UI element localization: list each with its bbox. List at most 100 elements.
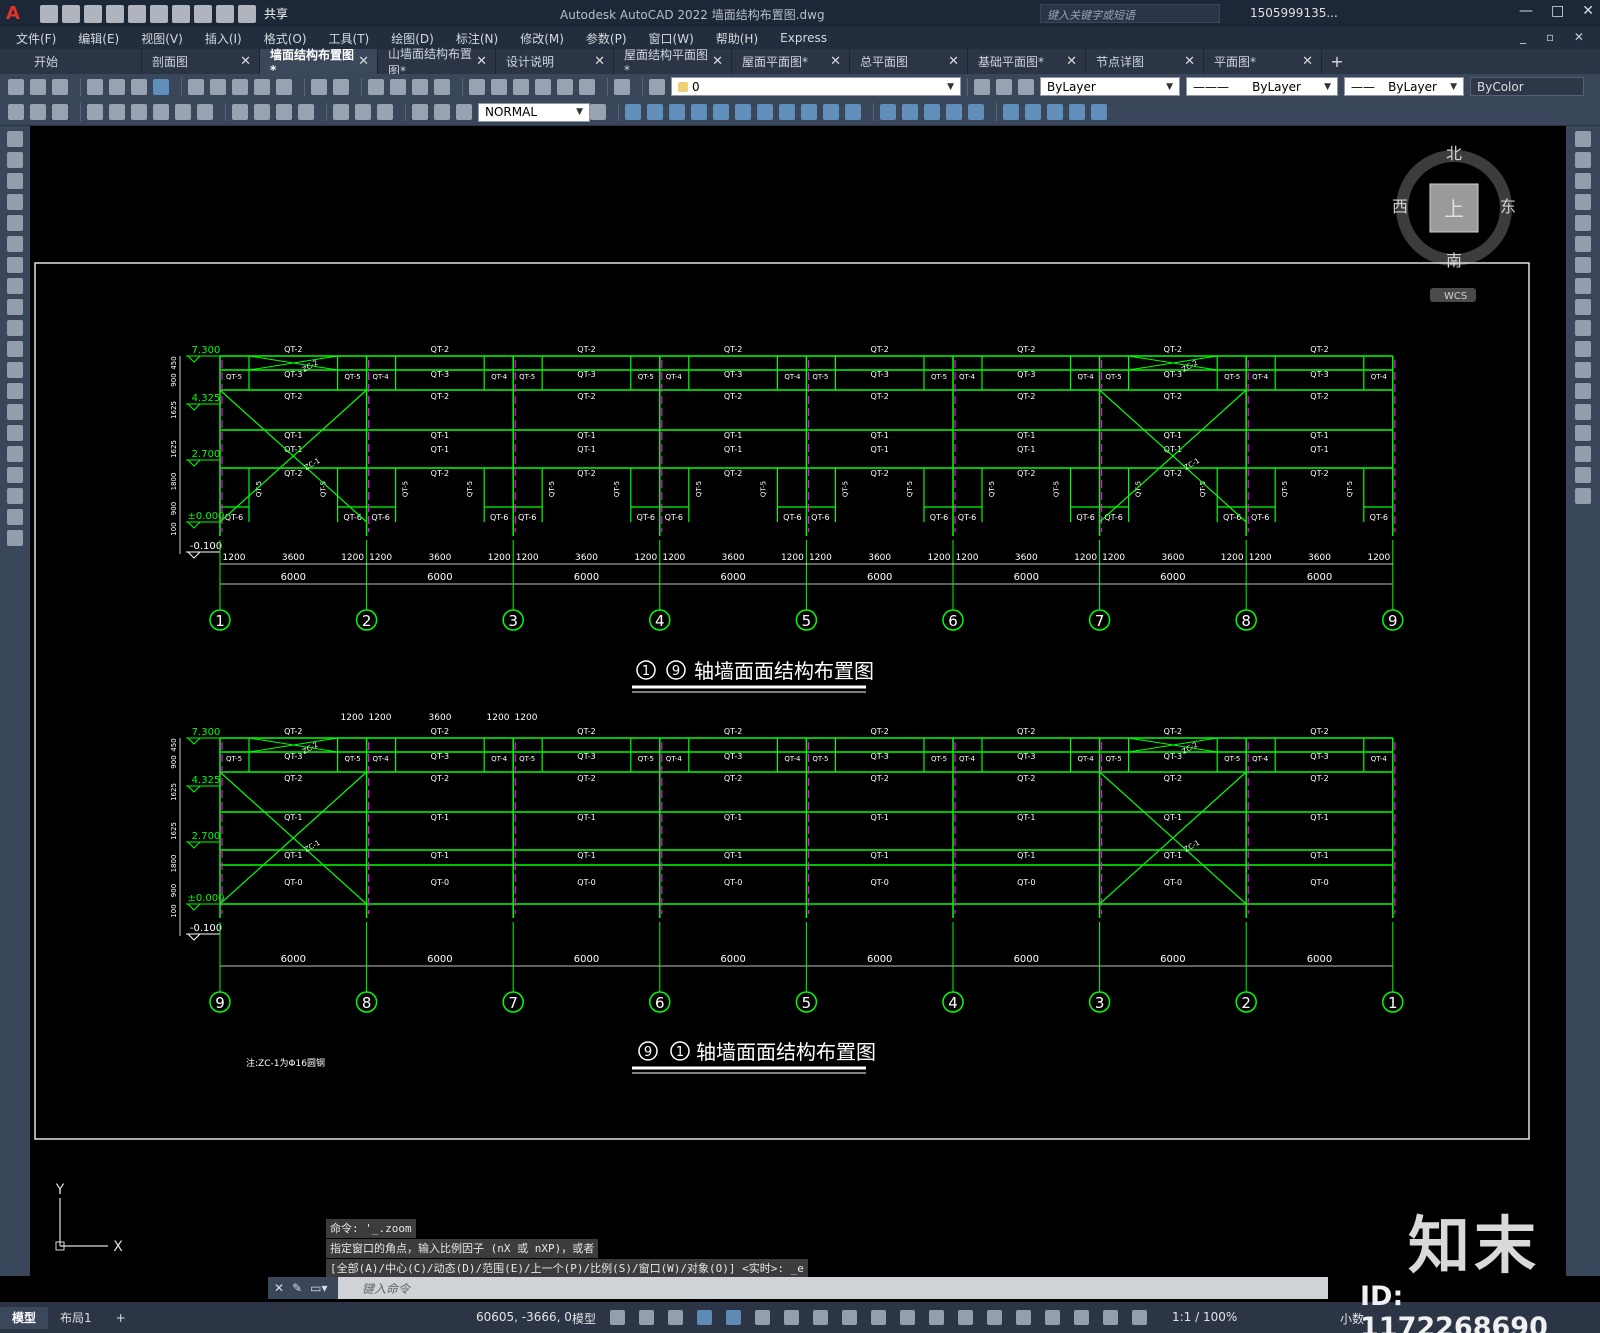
menu-window[interactable]: 窗口(W) xyxy=(649,30,694,47)
close-icon[interactable]: ✕ xyxy=(948,54,959,69)
ellipse-icon[interactable] xyxy=(7,320,23,336)
sheet-set-icon[interactable] xyxy=(535,78,551,95)
tab-gable-wall[interactable]: 山墙面结构布置图* ✕ xyxy=(378,47,496,78)
cut-icon[interactable] xyxy=(188,78,204,95)
explode-icon[interactable] xyxy=(1575,488,1591,504)
close-icon[interactable]: ✕ xyxy=(1302,54,1313,69)
recent-commands-icon[interactable]: ▭▾ xyxy=(310,1281,327,1295)
dimension-space-icon[interactable] xyxy=(276,104,292,120)
close-icon[interactable]: ✕ xyxy=(1066,54,1077,69)
menu-edit[interactable]: 编辑(E) xyxy=(78,30,119,47)
layer-previous-icon[interactable] xyxy=(996,78,1012,95)
markup-icon[interactable] xyxy=(557,78,573,95)
text-style-dropdown[interactable]: NORMAL ▼ xyxy=(478,102,590,122)
mirror-icon[interactable] xyxy=(1575,173,1591,189)
tab-section[interactable]: 剖面图 ✕ xyxy=(142,49,260,74)
match-properties-icon[interactable] xyxy=(254,78,270,95)
zoom-realtime-icon[interactable] xyxy=(390,78,406,95)
chamfer-edges-icon[interactable] xyxy=(1091,104,1107,120)
drawing-area[interactable]: 上 北 南 东 西 WCS 7.300 4.325 2.700 ±0.000 -0.10… xyxy=(30,126,1566,1276)
tab-roof-plan[interactable]: 屋面平面图* ✕ xyxy=(732,49,850,74)
model-tab[interactable]: 模型 xyxy=(0,1306,49,1329)
user-account[interactable]: 1505999135... xyxy=(1250,6,1338,20)
taper-faces-icon[interactable] xyxy=(801,104,817,120)
menu-insert[interactable]: 插入(I) xyxy=(205,30,242,47)
undo-icon[interactable] xyxy=(194,4,212,23)
jogged-icon[interactable] xyxy=(153,104,169,120)
lineweight-icon[interactable] xyxy=(871,1310,886,1325)
autocad-logo-icon[interactable]: A xyxy=(6,3,26,24)
polygon-icon[interactable] xyxy=(7,194,23,210)
save-icon[interactable] xyxy=(84,4,102,23)
break-at-point-icon[interactable] xyxy=(1575,362,1591,378)
line-icon[interactable] xyxy=(7,131,23,147)
grid-icon[interactable] xyxy=(610,1310,625,1325)
quick-dimension-icon[interactable] xyxy=(8,104,24,120)
delete-faces-icon[interactable] xyxy=(757,104,773,120)
erase-icon[interactable] xyxy=(1575,131,1591,147)
make-block-icon[interactable] xyxy=(7,383,23,399)
close-icon[interactable]: ✕ xyxy=(594,54,605,69)
new-icon[interactable] xyxy=(8,78,24,95)
ellipse-arc-icon[interactable] xyxy=(7,341,23,357)
tab-start[interactable]: 开始 xyxy=(24,49,142,74)
properties-icon[interactable] xyxy=(469,78,485,95)
dim-edit-icon[interactable] xyxy=(412,104,428,120)
solid-union-icon[interactable] xyxy=(625,104,641,120)
solid-subtract-icon[interactable] xyxy=(647,104,663,120)
copy-icon[interactable] xyxy=(210,78,226,95)
maximize-button[interactable]: □ xyxy=(1551,3,1564,19)
quickcalc-icon[interactable] xyxy=(579,78,595,95)
copy-icon[interactable] xyxy=(1575,152,1591,168)
close-icon[interactable]: ✕ xyxy=(830,54,841,69)
multiline-text-icon[interactable] xyxy=(7,509,23,525)
block-editor-icon[interactable] xyxy=(276,78,292,95)
radius-icon[interactable] xyxy=(131,104,147,120)
menu-help[interactable]: 帮助(H) xyxy=(716,30,758,47)
coordinates-readout[interactable]: 60605, -3666, 0 xyxy=(476,1310,572,1324)
dimension-break-icon[interactable] xyxy=(298,104,314,120)
tab-site-plan[interactable]: 总平面图 ✕ xyxy=(850,49,968,74)
layout1-tab[interactable]: 布局1 xyxy=(48,1307,104,1329)
center-mark-icon[interactable] xyxy=(355,104,371,120)
hatch-icon[interactable] xyxy=(7,425,23,441)
gradient-icon[interactable] xyxy=(7,446,23,462)
tolerance-icon[interactable] xyxy=(333,104,349,120)
object-tracking-icon[interactable] xyxy=(813,1310,828,1325)
menu-file[interactable]: 文件(F) xyxy=(16,30,56,47)
share-button[interactable]: 共享 xyxy=(264,5,288,22)
ortho-icon[interactable] xyxy=(726,1310,741,1325)
revision-cloud-icon[interactable] xyxy=(7,278,23,294)
angular-icon[interactable] xyxy=(197,104,213,120)
annotation-visibility-icon[interactable] xyxy=(1074,1310,1089,1325)
osnap-icon[interactable] xyxy=(842,1310,857,1325)
model-space-toggle[interactable]: 模型 xyxy=(572,1310,596,1327)
gizmo-icon[interactable] xyxy=(1045,1310,1060,1325)
rotate-faces-icon[interactable] xyxy=(779,104,795,120)
array-icon[interactable] xyxy=(1575,215,1591,231)
menu-parametric[interactable]: 参数(P) xyxy=(586,30,627,47)
lineweight-dropdown[interactable]: —— ByLayer ▼ xyxy=(1344,77,1464,96)
stretch-icon[interactable] xyxy=(1575,299,1591,315)
paste-icon[interactable] xyxy=(232,78,248,95)
layer-properties-icon[interactable] xyxy=(649,78,665,95)
continue-icon[interactable] xyxy=(254,104,270,120)
arc-length-icon[interactable] xyxy=(87,104,103,120)
redo-icon[interactable] xyxy=(333,78,349,95)
polyline-icon[interactable] xyxy=(7,173,23,189)
move-faces-icon[interactable] xyxy=(713,104,729,120)
dim-style-icon[interactable] xyxy=(590,104,606,120)
baseline-icon[interactable] xyxy=(232,104,248,120)
add-tab-button[interactable]: + xyxy=(1322,49,1352,74)
dynamic-ucs-icon[interactable] xyxy=(987,1310,1002,1325)
zoom-previous-icon[interactable] xyxy=(434,78,450,95)
separate-icon[interactable] xyxy=(924,104,940,120)
menu-view[interactable]: 视图(V) xyxy=(141,30,183,47)
auto-scale-icon[interactable] xyxy=(1103,1310,1118,1325)
preview-icon[interactable] xyxy=(109,78,125,95)
snap-icon[interactable] xyxy=(639,1310,654,1325)
pan-icon[interactable] xyxy=(368,78,384,95)
3d-print-icon[interactable] xyxy=(153,78,169,95)
design-center-icon[interactable] xyxy=(491,78,507,95)
rotate-icon[interactable] xyxy=(1575,257,1591,273)
